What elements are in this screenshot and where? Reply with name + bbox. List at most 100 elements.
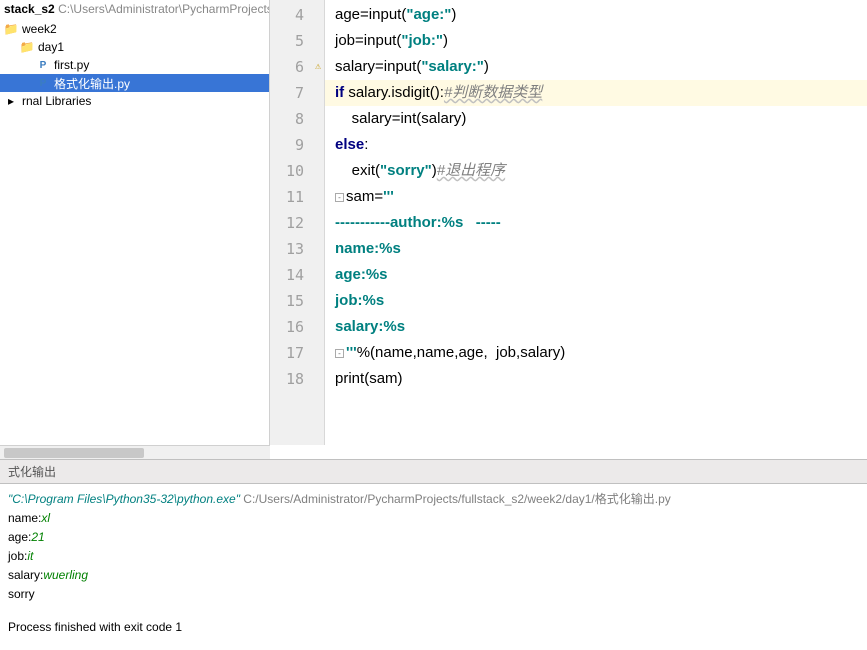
script-path: C:/Users/Administrator/PycharmProjects/f… <box>240 492 671 506</box>
line-gutter: 456789101112131415161718 <box>270 0 325 445</box>
code-line[interactable]: exit("sorry")#退出程序 <box>325 158 867 184</box>
workspace: stack_s2 C:\Users\Administrator\PycharmP… <box>0 0 867 445</box>
folder-icon: 📁 <box>20 40 34 54</box>
tree-label: week2 <box>22 22 57 36</box>
function-token: int <box>400 110 416 127</box>
line-number: 17 <box>270 340 324 366</box>
code-token: name <box>375 344 413 361</box>
console-exit: Process finished with exit code 1 <box>8 618 859 637</box>
console-error: sorry <box>8 585 859 604</box>
code-token: sam <box>346 188 374 205</box>
project-tree[interactable]: 📁 week2 📁 day1 Pfirst.pyP格式化输出.py▸rnal Libra… <box>0 18 269 112</box>
code-line[interactable]: age=input("age:") <box>325 2 867 28</box>
tree-node[interactable]: P格式化输出.py <box>0 74 269 92</box>
tree-node[interactable]: 📁 week2 <box>0 20 269 38</box>
console-output[interactable]: "C:\Program Files\Python35-32\python.exe… <box>0 484 867 650</box>
output-value: it <box>27 549 33 563</box>
code-line[interactable]: salary:%s <box>325 314 867 340</box>
code-token <box>335 162 352 179</box>
code-line[interactable]: name:%s <box>325 236 867 262</box>
code-line[interactable]: -'''%(name,name,age, job,salary) <box>325 340 867 366</box>
code-line[interactable]: age:%s <box>325 262 867 288</box>
code-line[interactable]: job=input("job:") <box>325 28 867 54</box>
code-token: salary <box>335 110 392 127</box>
code-token: salary <box>421 110 461 127</box>
tree-label: rnal Libraries <box>22 94 91 108</box>
code-token: salary <box>520 344 560 361</box>
code-line[interactable]: salary=input("salary:") <box>325 54 867 80</box>
code-token: sam <box>369 370 397 387</box>
code-line[interactable]: salary=int(salary) <box>325 106 867 132</box>
project-path: C:\Users\Administrator\PycharmProjects <box>58 2 270 16</box>
code-token: (): <box>430 84 444 101</box>
tree-node[interactable]: Pfirst.py <box>0 56 269 74</box>
code-token: ) <box>461 110 466 127</box>
output-key: job: <box>8 549 27 563</box>
tree-node[interactable]: ▸rnal Libraries <box>0 92 269 110</box>
tree-label: day1 <box>38 40 64 54</box>
code-token: = <box>374 188 383 205</box>
console-line: age:21 <box>8 528 859 547</box>
scrollbar-thumb[interactable] <box>4 448 144 458</box>
python-file-icon: P <box>36 76 50 90</box>
code-token: salary <box>348 84 387 101</box>
console-line: name:xl <box>8 509 859 528</box>
code-line[interactable]: print(sam) <box>325 366 867 392</box>
code-line[interactable]: job:%s <box>325 288 867 314</box>
string-token: "age:" <box>406 6 451 23</box>
code-line[interactable]: else: <box>325 132 867 158</box>
line-number: 14 <box>270 262 324 288</box>
string-token: age:%s <box>335 266 388 283</box>
string-token: salary:%s <box>335 318 405 335</box>
code-token: age <box>458 344 483 361</box>
code-token: = <box>360 6 369 23</box>
console-line: salary:wuerling <box>8 566 859 585</box>
fold-icon[interactable]: - <box>335 349 344 358</box>
console-tab[interactable]: 式化输出 <box>0 460 867 484</box>
output-value: wuerling <box>43 568 88 582</box>
line-number: 10 <box>270 158 324 184</box>
line-number: 5 <box>270 28 324 54</box>
project-name: stack_s2 <box>4 2 55 16</box>
function-token: input <box>364 32 397 49</box>
code-token: = <box>355 32 364 49</box>
line-number: 7 <box>270 80 324 106</box>
comment-token: #判断数据类型 <box>444 84 542 101</box>
code-editor[interactable]: 456789101112131415161718 age=input("age:… <box>270 0 867 445</box>
output-key: salary: <box>8 568 43 582</box>
function-token: input <box>369 6 402 23</box>
code-token: salary <box>335 58 375 75</box>
output-key: age: <box>8 530 31 544</box>
line-number: 15 <box>270 288 324 314</box>
code-token: ) <box>443 32 448 49</box>
code-token: = <box>375 58 384 75</box>
code-line[interactable]: -sam=''' <box>325 184 867 210</box>
keyword-token: else <box>335 136 364 153</box>
code-token: ) <box>484 58 489 75</box>
folder-icon: 📁 <box>4 22 18 36</box>
function-token: exit <box>352 162 375 179</box>
python-file-icon: P <box>36 58 50 72</box>
code-line[interactable]: if salary.isdigit():#判断数据类型 <box>325 80 867 106</box>
code-token: job <box>496 344 516 361</box>
string-token: ''' <box>346 344 357 361</box>
run-tool-window: 式化输出 "C:\Program Files\Python35-32\pytho… <box>0 459 867 650</box>
function-token: print <box>335 370 364 387</box>
line-number: 4 <box>270 2 324 28</box>
output-value: 21 <box>31 530 44 544</box>
code-token: age <box>335 6 360 23</box>
function-token: input <box>384 58 417 75</box>
line-number: 16 <box>270 314 324 340</box>
breadcrumb: stack_s2 C:\Users\Administrator\PycharmP… <box>0 0 269 18</box>
line-number: 12 <box>270 210 324 236</box>
tree-node[interactable]: 📁 day1 <box>0 38 269 56</box>
output-key: name: <box>8 511 41 525</box>
line-number: 11 <box>270 184 324 210</box>
fold-icon[interactable]: - <box>335 193 344 202</box>
sidebar-scrollbar[interactable] <box>0 445 270 459</box>
code-line[interactable]: -----------author:%s ----- <box>325 210 867 236</box>
code-area[interactable]: age=input("age:")job=input("job:")salary… <box>325 0 867 445</box>
console-command: "C:\Program Files\Python35-32\python.exe… <box>8 490 859 509</box>
output-value: xl <box>41 511 50 525</box>
code-token: name <box>417 344 455 361</box>
